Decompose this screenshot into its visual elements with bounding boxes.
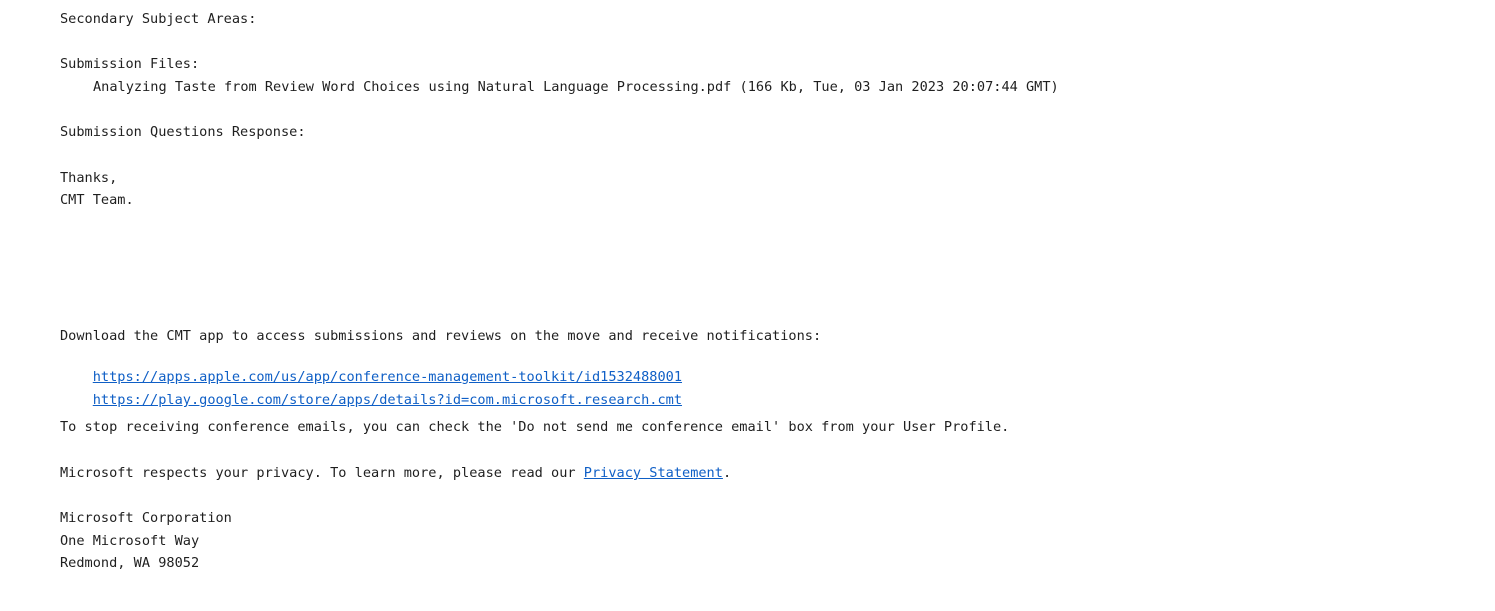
google-app-line: https://play.google.com/store/apps/detai… (60, 373, 682, 408)
privacy-statement-link[interactable]: Privacy Statement (584, 465, 723, 481)
google-play-link[interactable]: https://play.google.com/store/apps/detai… (93, 392, 682, 408)
privacy-prefix: Microsoft respects your privacy. To lear… (60, 465, 584, 481)
submission-files-label: Submission Files: (60, 56, 200, 72)
signature-text: CMT Team. (60, 192, 134, 208)
closing-text: Thanks, (60, 170, 118, 186)
privacy-suffix: . (722, 465, 732, 481)
app-download-text: Download the CMT app to access submissio… (60, 328, 822, 344)
secondary-subject-areas-label: Secondary Subject Areas: (60, 11, 257, 27)
privacy-line: Microsoft respects your privacy. To lear… (60, 464, 731, 482)
submission-questions-label: Submission Questions Response: (60, 124, 306, 140)
company-city: Redmond, WA 98052 (60, 555, 200, 571)
unsubscribe-text: To stop receiving conference emails, you… (60, 419, 1010, 435)
apple-app-line: https://apps.apple.com/us/app/conference… (60, 350, 682, 385)
company-street: One Microsoft Way (60, 533, 200, 549)
submission-file-entry: Analyzing Taste from Review Word Choices… (93, 79, 1059, 95)
company-name: Microsoft Corporation (60, 510, 232, 526)
